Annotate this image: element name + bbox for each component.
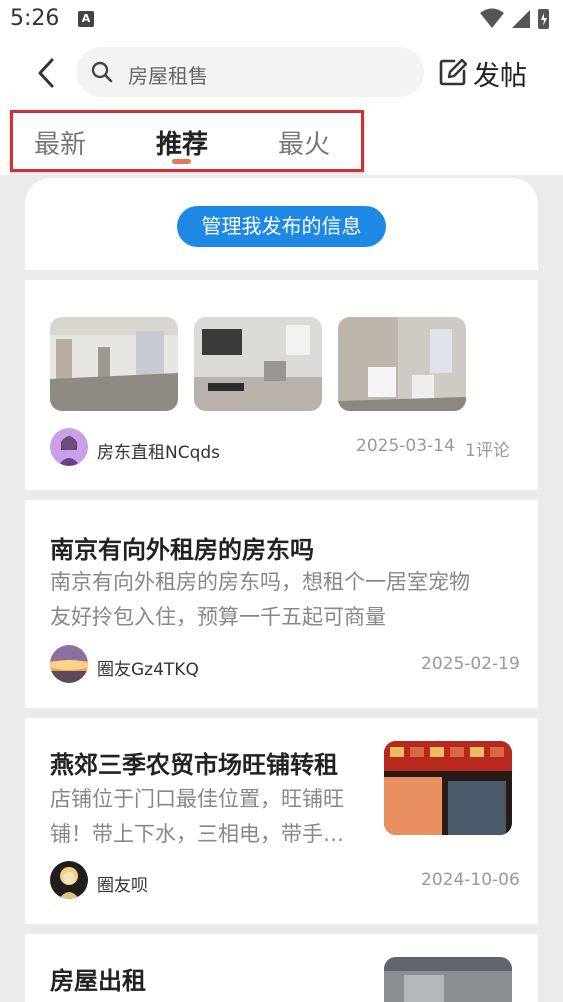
status-icons	[480, 8, 549, 29]
status-bar: 5:26 A	[0, 0, 563, 40]
wifi-icon	[480, 8, 504, 28]
post-author[interactable]: 圈友Gz4TKQ	[97, 655, 199, 680]
post-title[interactable]: 南京有向外租房的房东吗	[50, 530, 314, 565]
manage-my-posts-button[interactable]: 管理我发布的信息	[177, 206, 386, 247]
post-excerpt-line: 南京有向外租房的房东吗，想租个一居室宠物	[50, 570, 470, 594]
tab-recommended[interactable]: 推荐	[156, 124, 208, 161]
post-card[interactable]: 房东直租NCqds 2025-03-14 1评论	[25, 280, 538, 490]
search-icon	[91, 61, 113, 83]
post-title[interactable]: 燕郊三季农贸市场旺铺转租	[50, 745, 338, 780]
signal-icon	[512, 10, 530, 28]
search-input[interactable]: 房屋租售	[128, 60, 208, 89]
post-date: 2024-10-06	[421, 870, 520, 890]
post-title[interactable]: 房屋出租	[50, 961, 146, 996]
avatar[interactable]	[50, 428, 88, 466]
post-excerpt: 南京有向外租房的房东吗，想租个一居室宠物 友好拎包入住，预算一千五起可商量	[50, 565, 520, 635]
post-author[interactable]: 圈友呗	[97, 871, 148, 896]
post-excerpt: 店铺位于门口最佳位置，旺铺旺 铺！带上下水，三相电，带手…	[50, 782, 370, 852]
post-comment-count: 1评论	[465, 441, 510, 461]
notification-icon: A	[78, 11, 94, 27]
manage-card: 管理我发布的信息	[25, 178, 538, 270]
post-excerpt-line: 友好拎包入住，预算一千五起可商量	[50, 605, 386, 629]
search-bar[interactable]: 房屋租售	[76, 47, 424, 97]
post-image[interactable]	[338, 317, 466, 411]
post-excerpt-line: 铺！带上下水，三相电，带手…	[50, 822, 344, 846]
tab-hottest[interactable]: 最火	[278, 124, 330, 161]
post-image[interactable]	[384, 741, 512, 835]
post-date: 2025-02-19	[421, 654, 520, 674]
post-image[interactable]	[194, 317, 322, 411]
post-button-label: 发帖	[473, 61, 527, 92]
post-card[interactable]: 南京有向外租房的房东吗 南京有向外租房的房东吗，想租个一居室宠物 友好拎包入住，…	[25, 500, 538, 708]
avatar[interactable]	[50, 645, 88, 683]
post-date: 2025-03-14	[356, 436, 455, 456]
post-excerpt-line: 店铺位于门口最佳位置，旺铺旺	[50, 787, 344, 811]
back-arrow-icon[interactable]	[32, 55, 62, 91]
post-author[interactable]: 房东直租NCqds	[97, 438, 220, 463]
edit-icon	[439, 58, 468, 86]
tab-latest[interactable]: 最新	[34, 124, 86, 161]
post-button[interactable]: 发帖	[438, 52, 548, 92]
post-card[interactable]: 燕郊三季农贸市场旺铺转租 店铺位于门口最佳位置，旺铺旺 铺！带上下水，三相电，带…	[25, 718, 538, 924]
post-image[interactable]	[50, 317, 178, 411]
avatar[interactable]	[50, 861, 88, 899]
status-time: 5:26	[10, 6, 60, 31]
post-image[interactable]	[384, 957, 512, 1002]
active-tab-indicator	[172, 159, 191, 164]
post-card[interactable]: 房屋出租	[25, 934, 538, 1002]
